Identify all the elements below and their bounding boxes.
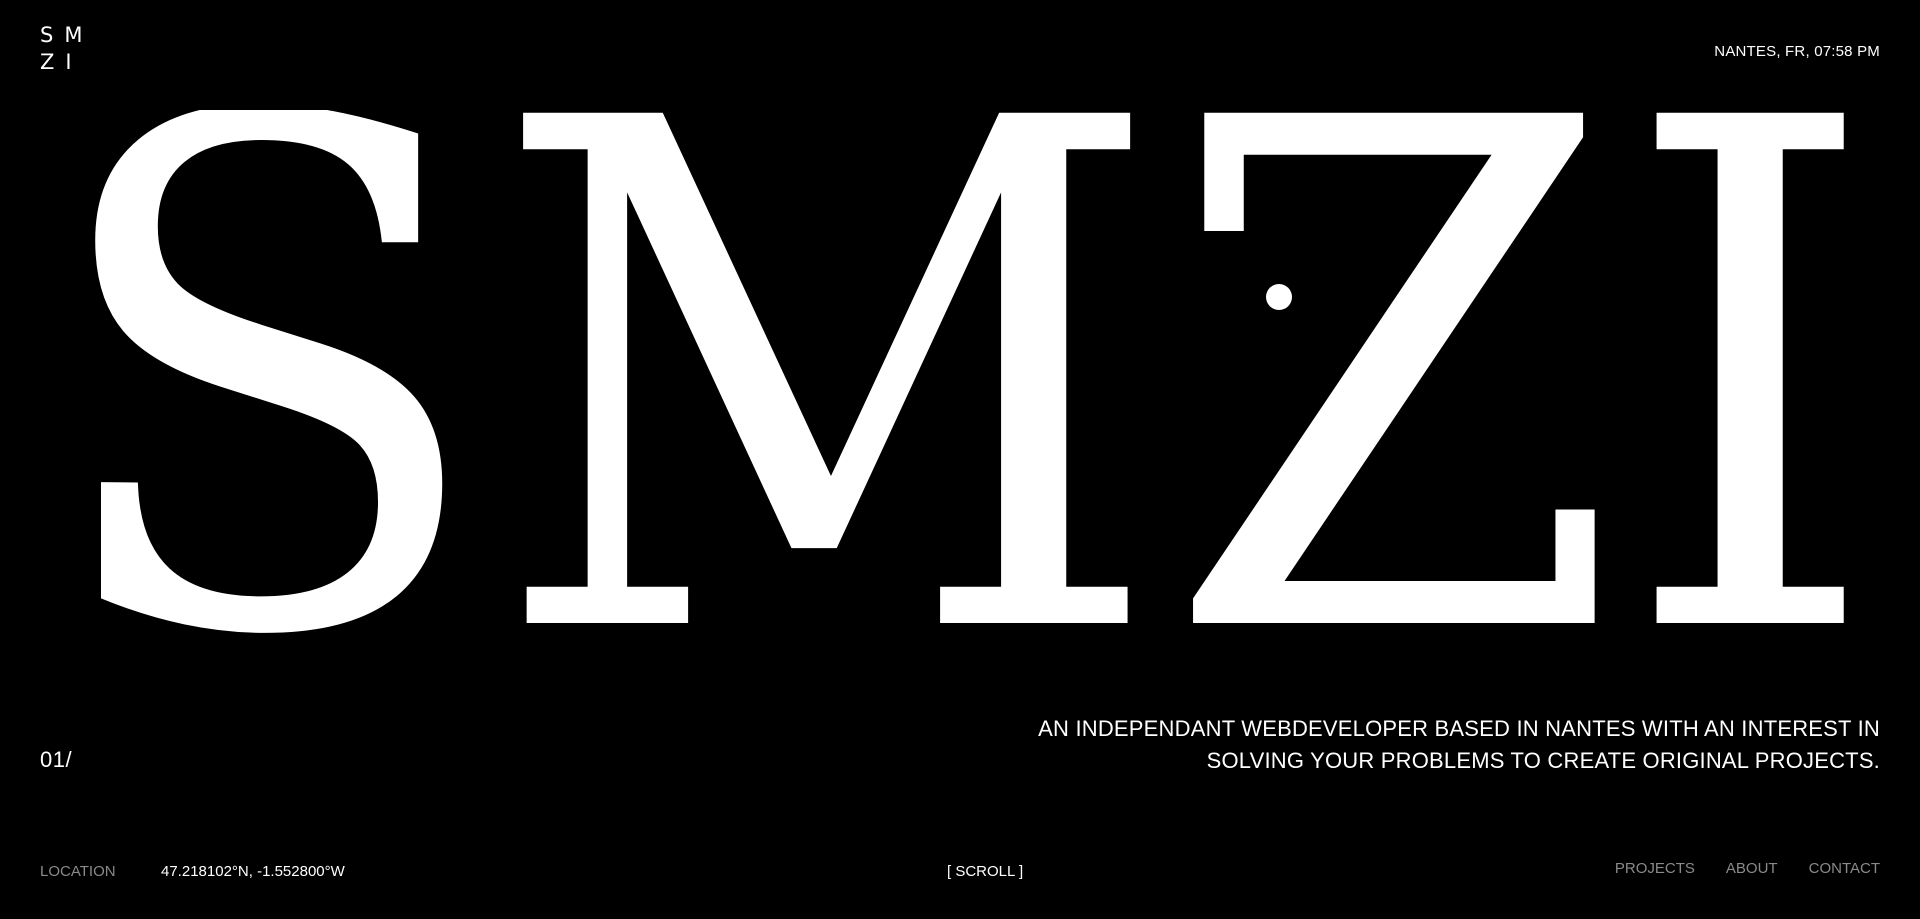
hero-wordmark-text: SMZI [40, 110, 1880, 640]
landing-page: SM ZI NANTES, FR, 07:58 PM SMZI 01/ AN I… [0, 0, 1920, 919]
cursor-dot [1266, 284, 1292, 310]
nav-link-projects[interactable]: PROJECTS [1615, 860, 1695, 877]
tagline-line-2: SOLVING YOUR PROBLEMS TO CREATE ORIGINAL… [1206, 748, 1880, 773]
location-coordinates: 47.218102°N, -1.552800°W [161, 863, 345, 880]
logo-line-1: SM [40, 23, 94, 47]
main-nav: PROJECTS ABOUT CONTACT [1615, 860, 1880, 877]
section-index: 01/ [40, 747, 73, 772]
nav-link-contact[interactable]: CONTACT [1809, 860, 1880, 877]
location-label: LOCATION [40, 863, 116, 880]
scroll-hint[interactable]: [ SCROLL ] [947, 863, 1023, 880]
tagline-line-1: AN INDEPENDANT WEBDEVELOPER BASED IN NAN… [1038, 716, 1880, 741]
nav-link-about[interactable]: ABOUT [1726, 860, 1778, 877]
logo-line-2: ZI [40, 50, 83, 74]
tagline: AN INDEPENDANT WEBDEVELOPER BASED IN NAN… [930, 713, 1880, 777]
site-logo[interactable]: SM ZI [40, 22, 93, 76]
location-clock: NANTES, FR, 07:58 PM [1714, 43, 1880, 60]
hero-wordmark: SMZI [40, 110, 1880, 640]
